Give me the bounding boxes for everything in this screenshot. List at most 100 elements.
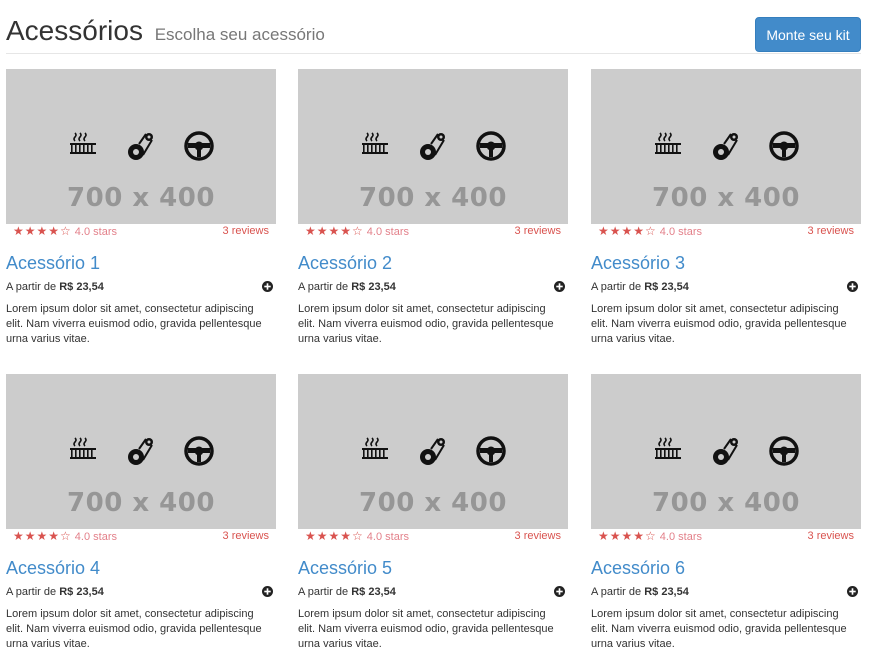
price-prefix: A partir de (298, 586, 349, 598)
reviews-count: 3 reviews (807, 225, 854, 237)
product-icons (591, 436, 861, 468)
price-row: A partir de R$ 23,54 (591, 279, 861, 295)
star-rating: ★★★★☆ 4.0 stars (598, 529, 702, 545)
product-description: Lorem ipsum dolor sit amet, consectetur … (298, 303, 554, 345)
image-size-label: 700 x 400 (359, 488, 507, 518)
rating-text: 4.0 stars (366, 531, 409, 543)
price-value: R$ 23,54 (59, 281, 104, 293)
product-name-link[interactable]: Acessório 1 (6, 252, 276, 274)
price-row: A partir de R$ 23,54 (591, 584, 861, 600)
rating-row: ★★★★☆ 4.0 stars 3 reviews (298, 224, 568, 241)
product-name-link[interactable]: Acessório 5 (298, 557, 568, 579)
image-size-label: 700 x 400 (67, 183, 215, 213)
product-card: 700 x 400 ★★★★☆ 4.0 stars 3 reviews Acess… (298, 374, 568, 659)
product-image-placeholder[interactable]: 700 x 400 (298, 374, 568, 529)
product-card: 700 x 400 ★★★★☆ 4.0 stars 3 reviews Acess… (591, 374, 861, 659)
rating-row: ★★★★☆ 4.0 stars 3 reviews (591, 529, 861, 546)
star-icons: ★★★★☆ (13, 224, 72, 238)
product-name-link[interactable]: Acessório 3 (591, 252, 861, 274)
product-description: Lorem ipsum dolor sit amet, consectetur … (591, 303, 847, 345)
rating-text: 4.0 stars (74, 531, 117, 543)
steering-wheel-icon (769, 436, 799, 471)
reviews-count: 3 reviews (222, 225, 269, 237)
image-size-label: 700 x 400 (652, 488, 800, 518)
product-description: Lorem ipsum dolor sit amet, consectetur … (591, 608, 847, 650)
star-rating: ★★★★☆ 4.0 stars (305, 529, 409, 545)
product-icons (6, 436, 276, 468)
price-row: A partir de R$ 23,54 (6, 279, 276, 295)
product-card: 700 x 400 ★★★★☆ 4.0 stars 3 reviews Acess… (591, 69, 861, 354)
price-prefix: A partir de (298, 281, 349, 293)
rating-row: ★★★★☆ 4.0 stars 3 reviews (298, 529, 568, 546)
image-size-label: 700 x 400 (359, 183, 507, 213)
page-title-text: Acessórios (6, 15, 143, 46)
page-header: Acessórios Escolha seu acessório Monte s… (6, 0, 861, 54)
image-size-label: 700 x 400 (652, 183, 800, 213)
star-rating: ★★★★☆ 4.0 stars (305, 224, 409, 240)
page-title: Acessórios Escolha seu acessório (6, 14, 325, 52)
plus-circle-icon[interactable] (262, 586, 273, 597)
timing-belt-icon (711, 131, 739, 168)
rating-row: ★★★★☆ 4.0 stars 3 reviews (6, 529, 276, 546)
product-card: 700 x 400 ★★★★☆ 4.0 stars 3 reviews Acess… (6, 69, 276, 354)
product-description: Lorem ipsum dolor sit amet, consectetur … (6, 608, 262, 650)
heated-seat-icon (69, 436, 97, 465)
rating-text: 4.0 stars (659, 226, 702, 238)
plus-circle-icon[interactable] (847, 281, 858, 292)
plus-circle-icon[interactable] (554, 281, 565, 292)
product-card: 700 x 400 ★★★★☆ 4.0 stars 3 reviews Acess… (6, 374, 276, 659)
product-card: 700 x 400 ★★★★☆ 4.0 stars 3 reviews Acess… (298, 69, 568, 354)
price-row: A partir de R$ 23,54 (6, 584, 276, 600)
steering-wheel-icon (184, 131, 214, 166)
plus-circle-icon[interactable] (554, 586, 565, 597)
product-image-placeholder[interactable]: 700 x 400 (591, 374, 861, 529)
price-prefix: A partir de (6, 586, 57, 598)
product-name-link[interactable]: Acessório 4 (6, 557, 276, 579)
price-value: R$ 23,54 (351, 586, 396, 598)
rating-text: 4.0 stars (659, 531, 702, 543)
heated-seat-icon (69, 131, 97, 160)
product-icons (591, 131, 861, 163)
star-rating: ★★★★☆ 4.0 stars (13, 224, 117, 240)
product-image-placeholder[interactable]: 700 x 400 (298, 69, 568, 224)
rating-text: 4.0 stars (74, 226, 117, 238)
star-rating: ★★★★☆ 4.0 stars (13, 529, 117, 545)
product-image-placeholder[interactable]: 700 x 400 (6, 374, 276, 529)
page: Acessórios Escolha seu acessório Monte s… (0, 0, 874, 666)
price-row: A partir de R$ 23,54 (298, 279, 568, 295)
star-icons: ★★★★☆ (305, 224, 364, 238)
plus-circle-icon[interactable] (262, 281, 273, 292)
steering-wheel-icon (476, 436, 506, 471)
reviews-count: 3 reviews (807, 530, 854, 542)
price-value: R$ 23,54 (351, 281, 396, 293)
price-prefix: A partir de (591, 586, 642, 598)
star-icons: ★★★★☆ (13, 529, 72, 543)
steering-wheel-icon (184, 436, 214, 471)
product-image-placeholder[interactable]: 700 x 400 (591, 69, 861, 224)
reviews-count: 3 reviews (514, 225, 561, 237)
image-size-label: 700 x 400 (67, 488, 215, 518)
steering-wheel-icon (476, 131, 506, 166)
rating-row: ★★★★☆ 4.0 stars 3 reviews (6, 224, 276, 241)
price-value: R$ 23,54 (59, 586, 104, 598)
steering-wheel-icon (769, 131, 799, 166)
plus-circle-icon[interactable] (847, 586, 858, 597)
product-icons (298, 436, 568, 468)
product-description: Lorem ipsum dolor sit amet, consectetur … (298, 608, 554, 650)
star-rating: ★★★★☆ 4.0 stars (598, 224, 702, 240)
timing-belt-icon (126, 131, 154, 168)
product-name-link[interactable]: Acessório 2 (298, 252, 568, 274)
page-subtitle: Escolha seu acessório (154, 25, 325, 44)
product-image-placeholder[interactable]: 700 x 400 (6, 69, 276, 224)
build-kit-button[interactable]: Monte seu kit (755, 17, 861, 52)
rating-text: 4.0 stars (366, 226, 409, 238)
rating-row: ★★★★☆ 4.0 stars 3 reviews (591, 224, 861, 241)
product-icons (298, 131, 568, 163)
timing-belt-icon (126, 436, 154, 473)
heated-seat-icon (654, 131, 682, 160)
reviews-count: 3 reviews (222, 530, 269, 542)
timing-belt-icon (418, 436, 446, 473)
price-prefix: A partir de (591, 281, 642, 293)
star-icons: ★★★★☆ (598, 224, 657, 238)
product-name-link[interactable]: Acessório 6 (591, 557, 861, 579)
